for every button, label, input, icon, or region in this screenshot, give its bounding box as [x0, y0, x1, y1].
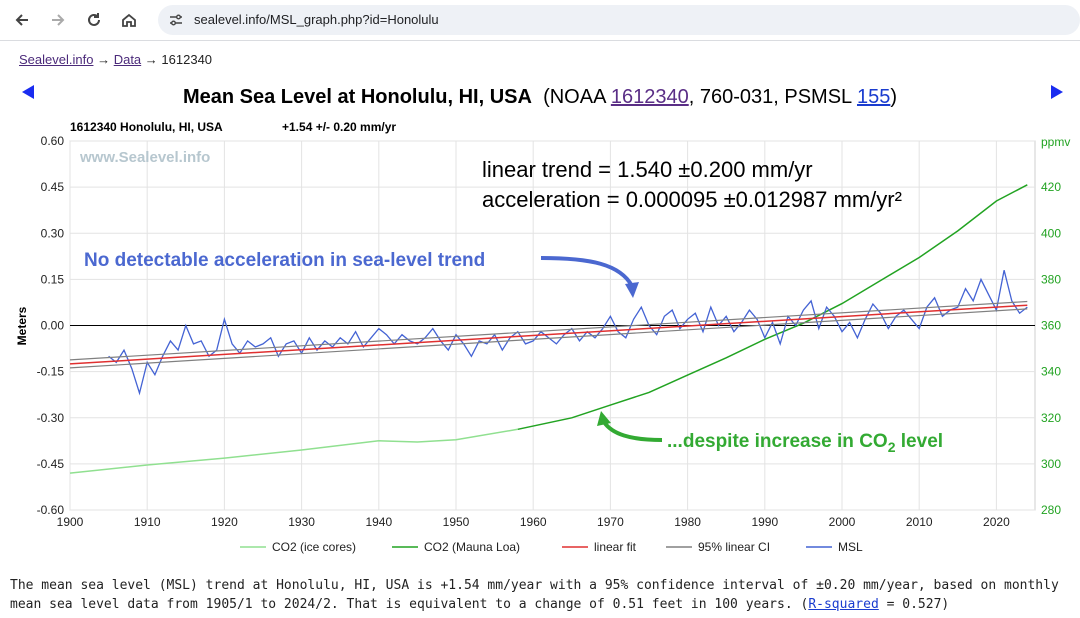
y-tick-label-left: -0.15	[37, 365, 65, 379]
x-tick-label: 1910	[134, 515, 161, 529]
y-axis-label-right: ppmv	[1041, 135, 1070, 149]
address-bar[interactable]: sealevel.info/MSL_graph.php?id=Honolulu	[158, 5, 1080, 35]
x-tick-label: 1900	[57, 515, 84, 529]
x-tick-label: 1930	[288, 515, 315, 529]
legend-entry: linear fit	[594, 540, 637, 554]
green-annotation-prefix: ...despite increase in CO	[667, 431, 888, 452]
y-tick-label-right: 360	[1041, 319, 1061, 333]
description-text-end: = 0.527)	[878, 597, 950, 612]
y-tick-label-right: 400	[1041, 226, 1061, 240]
x-tick-label: 1960	[520, 515, 547, 529]
forward-button[interactable]	[46, 8, 70, 32]
title-paren-close: )	[890, 86, 898, 108]
trend-label: +1.54 +/- 0.20 mm/yr	[282, 120, 396, 134]
y-tick-label-right: 320	[1041, 411, 1061, 425]
home-button[interactable]	[117, 8, 141, 32]
breadcrumb-station: 1612340	[161, 52, 213, 67]
x-tick-label: 1970	[597, 515, 624, 529]
title-paren-open: (NOAA	[543, 86, 611, 108]
breadcrumb-data-link[interactable]: Data	[114, 52, 141, 67]
green-annotation-suffix: level	[896, 431, 944, 452]
y-tick-label-left: 0.00	[41, 319, 65, 333]
url-text: sealevel.info/MSL_graph.php?id=Honolulu	[194, 12, 439, 27]
noaa-id-link[interactable]: 1612340	[611, 86, 689, 108]
title-mid: , 760-031, PSMSL	[688, 86, 857, 108]
breadcrumb-separator: →	[97, 52, 111, 67]
legend-entry: 95% linear CI	[698, 540, 770, 554]
y-tick-label-right: 300	[1041, 457, 1061, 471]
y-tick-label-left: -0.30	[37, 411, 65, 425]
x-tick-label: 1920	[211, 515, 238, 529]
r-squared-link[interactable]: R-squared	[808, 597, 878, 612]
breadcrumb: Sealevel.info → Data → 1612340	[19, 52, 212, 67]
y-tick-label-left: 0.15	[41, 272, 65, 286]
x-tick-label: 1990	[751, 515, 778, 529]
reload-button[interactable]	[82, 8, 106, 32]
y-tick-label-left: 0.30	[41, 226, 65, 240]
x-tick-label: 2020	[983, 515, 1010, 529]
y-tick-label-right: 420	[1041, 180, 1061, 194]
x-tick-label: 2010	[906, 515, 933, 529]
breadcrumb-site-link[interactable]: Sealevel.info	[19, 52, 93, 67]
psmsl-id-link[interactable]: 155	[857, 86, 890, 108]
title-main: Mean Sea Level at Honolulu, HI, USA	[182, 86, 532, 108]
x-tick-label: 1950	[443, 515, 470, 529]
home-icon	[122, 13, 136, 27]
trend-annotation: linear trend = 1.540 ±0.200 mm/yr	[482, 157, 813, 182]
x-tick-label: 1980	[674, 515, 701, 529]
accel-annotation: acceleration = 0.000095 ±0.012987 mm/yr²	[482, 187, 902, 212]
blue-annotation: No detectable acceleration in sea-level …	[84, 250, 485, 271]
breadcrumb-separator: →	[144, 52, 158, 67]
green-annotation-sub: 2	[888, 439, 896, 455]
watermark: www.Sealevel.info	[79, 149, 210, 166]
y-axis-label-left: Meters	[15, 306, 29, 345]
page-title: Mean Sea Level at Honolulu, HI, USA (NOA…	[0, 86, 1080, 109]
back-button[interactable]	[10, 8, 34, 32]
station-label: 1612340 Honolulu, HI, USA	[70, 120, 223, 134]
site-settings-icon[interactable]	[168, 12, 184, 28]
reload-icon	[88, 13, 100, 26]
browser-toolbar: sealevel.info/MSL_graph.php?id=Honolulu	[0, 0, 1080, 41]
y-tick-label-right: 340	[1041, 365, 1061, 379]
x-tick-label: 1940	[365, 515, 392, 529]
forward-arrow-icon	[52, 14, 65, 26]
sea-level-chart: 1900 1910 1920 1930 1940 1950 1960 1970 1980 1990…	[15, 120, 1070, 554]
legend-entry: MSL	[838, 540, 863, 554]
y-tick-label-right: 380	[1041, 272, 1061, 286]
description: The mean sea level (MSL) trend at Honolu…	[10, 576, 1075, 614]
legend-entry: CO2 (Mauna Loa)	[424, 540, 520, 554]
legend: CO2 (ice cores) CO2 (Mauna Loa) linear fit…	[240, 540, 863, 554]
y-tick-label-left: -0.45	[37, 457, 65, 471]
y-tick-label-left: -0.60	[37, 503, 65, 517]
y-tick-label-right: 280	[1041, 503, 1061, 517]
x-tick-label: 2000	[829, 515, 856, 529]
y-tick-label-left: 0.45	[41, 180, 65, 194]
legend-entry: CO2 (ice cores)	[272, 540, 356, 554]
green-annotation: ...despite increase in CO2 level	[667, 431, 943, 455]
back-arrow-icon	[15, 14, 28, 26]
y-tick-label-left: 0.60	[41, 134, 65, 148]
